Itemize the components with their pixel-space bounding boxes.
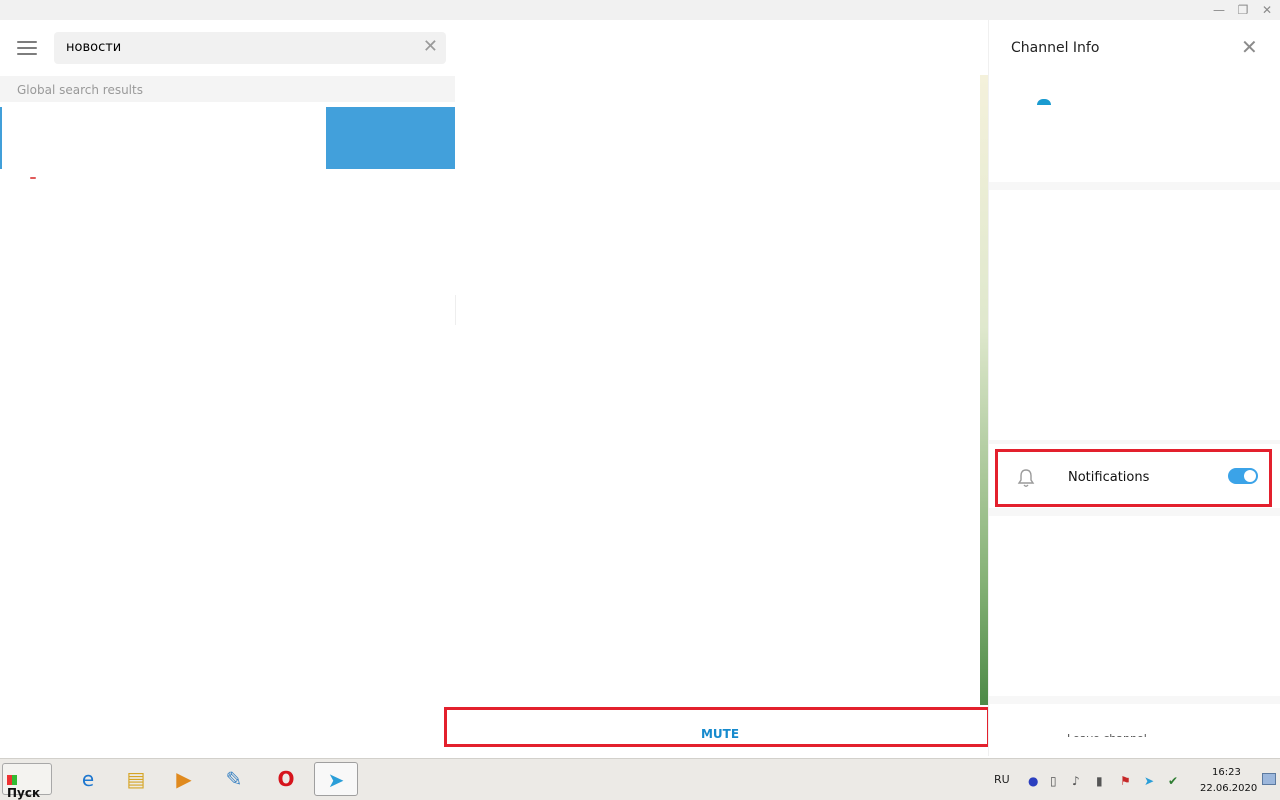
- notifications-highlight-frame: [995, 449, 1272, 507]
- show-desktop-icon[interactable]: [1262, 773, 1276, 785]
- chat-list-pane: новости ✕ Global search results: [0, 20, 455, 756]
- close-panel-icon[interactable]: ✕: [1241, 36, 1258, 58]
- restore-icon[interactable]: ❐: [1232, 2, 1254, 18]
- section-divider: [989, 508, 1280, 516]
- internet-explorer-glyph: e: [81, 767, 95, 791]
- start-label: Пуск: [7, 786, 41, 800]
- chat-area: MUTE: [455, 20, 988, 756]
- windows-taskbar: Пуск e ▤ ▶ ✎ O ➤ RU ● ▯ ♪ ▮ ⚑ ➤ ✔ 16:23 …: [0, 758, 1280, 800]
- hamburger-menu-icon[interactable]: [17, 41, 37, 55]
- section-divider: [989, 440, 1280, 444]
- network-icon[interactable]: ▮: [1096, 774, 1103, 788]
- system-tray: RU ● ▯ ♪ ▮ ⚑ ➤ ✔ 16:23 22.06.2020: [990, 761, 1280, 799]
- media-player-glyph: ▶: [176, 767, 192, 791]
- safely-remove-icon[interactable]: ▯: [1050, 774, 1057, 788]
- section-divider: [989, 182, 1280, 190]
- clear-search-icon[interactable]: ✕: [423, 37, 438, 57]
- clock-date[interactable]: 22.06.2020: [1200, 783, 1257, 794]
- search-input[interactable]: новости ✕: [54, 32, 446, 64]
- pane-divider: [455, 295, 456, 325]
- search-input-value[interactable]: новости: [66, 40, 121, 55]
- channel-avatar: [1037, 99, 1051, 105]
- volume-icon[interactable]: ♪: [1072, 774, 1080, 788]
- search-result-fragment: [30, 177, 36, 179]
- power-icon[interactable]: ✔: [1168, 774, 1178, 788]
- start-button[interactable]: Пуск: [2, 763, 52, 800]
- channel-info-title: Channel Info: [1011, 40, 1100, 56]
- file-explorer-icon[interactable]: ▤: [114, 762, 158, 796]
- channel-info-panel: Channel Info ✕ Notifications Leave chann…: [988, 20, 1280, 756]
- internet-explorer-icon[interactable]: e: [66, 762, 110, 796]
- close-window-icon[interactable]: ✕: [1256, 2, 1278, 18]
- leave-channel-button[interactable]: Leave channel: [1067, 733, 1147, 737]
- chat-wallpaper: [980, 75, 988, 705]
- windows-logo-icon: [7, 774, 17, 785]
- language-indicator[interactable]: RU: [994, 773, 1010, 786]
- opera-glyph: O: [277, 767, 295, 791]
- telegram-tray-icon[interactable]: ➤: [1144, 774, 1154, 788]
- clock-time[interactable]: 16:23: [1212, 767, 1241, 778]
- title-bar: — ❐ ✕: [0, 0, 1280, 20]
- bluetooth-icon[interactable]: ●: [1028, 774, 1038, 788]
- global-search-header-label: Global search results: [17, 83, 143, 97]
- telegram-icon[interactable]: ➤: [314, 762, 358, 796]
- section-divider: [989, 696, 1280, 704]
- telegram-glyph: ➤: [327, 768, 345, 792]
- paint-glyph: ✎: [225, 767, 243, 791]
- opera-icon[interactable]: O: [264, 762, 308, 796]
- global-search-header: Global search results: [0, 76, 455, 102]
- selected-highlight: [326, 107, 455, 169]
- media-player-icon[interactable]: ▶: [162, 762, 206, 796]
- telegram-window: — ❐ ✕ новости ✕ Global search results MU…: [0, 0, 1280, 800]
- search-result-item[interactable]: [0, 107, 455, 169]
- mute-highlight-frame: [444, 707, 990, 747]
- selection-marker: [0, 107, 2, 169]
- security-alert-icon[interactable]: ⚑: [1120, 774, 1131, 788]
- minimize-icon[interactable]: —: [1208, 2, 1230, 18]
- paint-icon[interactable]: ✎: [212, 762, 256, 796]
- file-explorer-glyph: ▤: [126, 767, 146, 791]
